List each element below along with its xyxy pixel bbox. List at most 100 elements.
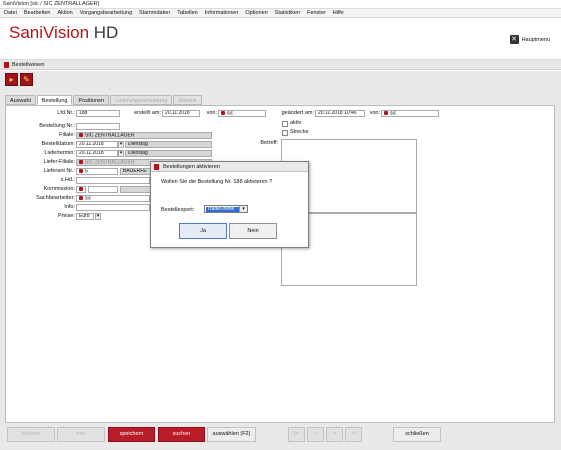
brand-header: SaniVision HD ✕ Hauptmenü	[0, 18, 561, 60]
menu-stammdaten[interactable]: Stammdaten	[139, 9, 170, 17]
menu-bar: Datei Bearbeiten Aktion Vorgangsbearbeit…	[0, 9, 561, 18]
erstellt-label: erstellt am:	[134, 110, 161, 116]
kommission-field[interactable]	[88, 186, 118, 193]
menu-vorgangsbearbeitung[interactable]: Vorgangsbearbeitung	[80, 9, 132, 17]
hauptmenu-button[interactable]: ✕ Hauptmenü	[509, 35, 550, 44]
tab-positionen[interactable]: Positionen	[73, 95, 110, 105]
strecke-label: Strecke	[290, 129, 309, 135]
prev-record-button[interactable]: <	[307, 427, 324, 442]
menu-optionen[interactable]: Optionen	[245, 9, 267, 17]
menu-statistiken[interactable]: Statistiken	[275, 9, 300, 17]
info-field[interactable]	[76, 204, 150, 211]
von-value: sic	[227, 110, 234, 117]
betreff-label: Betreff:	[260, 140, 278, 146]
module-icon	[4, 61, 9, 68]
neu-button[interactable]: neu	[57, 427, 105, 442]
toolbar-print-icon[interactable]: ✎	[20, 73, 33, 86]
filiale-field[interactable]: SIC ZENTRALLAGER	[76, 132, 212, 139]
bestelldatum-day: Dienstag	[125, 141, 212, 148]
suchen-button[interactable]: suchen	[158, 427, 205, 442]
bestellexport-label: Bestellexport:	[161, 207, 195, 213]
ja-button[interactable]: Ja	[179, 223, 227, 239]
module-title: Bestellwesen	[12, 62, 45, 68]
lieferant-value: 5	[85, 168, 88, 175]
menu-aktion[interactable]: Aktion	[57, 9, 72, 17]
bestellung-nr-label: Bestellung Nr.:	[39, 123, 75, 129]
preise-field[interactable]: Euro	[76, 213, 94, 220]
lookup-icon	[79, 133, 83, 137]
close-icon: ✕	[509, 35, 519, 44]
strecke-checkbox[interactable]	[282, 130, 288, 136]
user-icon	[221, 111, 225, 115]
menu-datei[interactable]: Datei	[4, 9, 17, 17]
liefertermin-dropdown[interactable]: ▾	[118, 150, 124, 157]
menu-tabellen[interactable]: Tabellen	[177, 9, 198, 17]
sachbearbeiter-field[interactable]: sic	[76, 195, 150, 202]
app-icon	[154, 164, 159, 170]
lfdnr-label: Lfd.Nr.:	[57, 110, 75, 116]
nein-button[interactable]: Nein	[229, 223, 277, 239]
bestellung-nr-field[interactable]	[76, 123, 120, 130]
bestellexport-value: TradeOnline	[206, 207, 239, 212]
menu-bearbeiten[interactable]: Bearbeiten	[24, 9, 51, 17]
lookup-icon	[79, 160, 83, 164]
filiale-value: SIC ZENTRALLAGER	[85, 132, 135, 139]
loeschen-button[interactable]: löschen	[7, 427, 55, 442]
von2-field: sic	[381, 110, 439, 117]
bestelldatum-label: Bestelldatum:	[41, 141, 75, 147]
zhd-label: z.Hd.:	[60, 177, 75, 183]
tab-lieferungsverwaltung[interactable]: Lieferungsverwaltung	[110, 95, 173, 105]
lieferfiliale-label: Liefer-Filiale:	[43, 159, 75, 165]
dialog-title: Bestellungen aktivieren	[163, 164, 220, 170]
lookup-icon	[79, 196, 83, 200]
liefertermin-field[interactable]: 20.11.2018	[76, 150, 118, 157]
filiale-label: Filiale:	[59, 132, 75, 138]
lieferant-name: BAUERFE	[120, 168, 151, 175]
von-label: von:	[206, 110, 217, 116]
kommission-lookup[interactable]	[76, 186, 86, 193]
preise-dropdown[interactable]: ▾	[95, 213, 101, 220]
geaendert-field: 20.11.2018 10:46	[315, 110, 365, 117]
aktiv-label: aktiv	[290, 120, 302, 126]
dialog-message: Wollen Sie die Bestellung Nr. 188 aktivi…	[161, 179, 273, 185]
erstellt-field: 20.11.2018	[162, 110, 200, 117]
kommission-label: Kommission:	[43, 186, 75, 192]
zhd-field[interactable]	[76, 177, 150, 184]
next-record-button[interactable]: >	[326, 427, 343, 442]
liefertermin-day: Dienstag	[125, 150, 212, 157]
sachbearbeiter-label: Sachbearbeiter:	[36, 195, 75, 201]
bestelldatum-dropdown[interactable]: ▾	[118, 141, 124, 148]
preise-label: Preise:	[57, 213, 75, 219]
brand-logo: SaniVision HD	[9, 23, 119, 42]
bestellexport-select[interactable]: TradeOnline ▾	[204, 205, 248, 213]
dialog-titlebar: Bestellungen aktivieren	[151, 162, 308, 172]
module-bar: Bestellwesen	[0, 60, 561, 70]
lieferfiliale-value: SIC ZENTRALLAGER	[85, 159, 135, 166]
lfdnr-field[interactable]: 188	[76, 110, 120, 117]
lookup-icon	[79, 169, 83, 173]
info-label: Info:	[64, 204, 75, 210]
tab-auswahl[interactable]: Auswahl	[5, 95, 36, 105]
lookup-icon	[79, 187, 83, 191]
menu-hilfe[interactable]: Hilfe	[333, 9, 344, 17]
von-field: sic	[218, 110, 266, 117]
menu-fenster[interactable]: Fenster	[307, 9, 326, 17]
first-record-button[interactable]: |<	[288, 427, 305, 442]
auswaehlen-button[interactable]: auswählen (F2)	[207, 427, 256, 442]
sachbearbeiter-value: sic	[85, 195, 92, 202]
window-title: SaniVision [sic / SIC ZENTRALLAGER]	[0, 0, 561, 9]
schliessen-button[interactable]: schließen	[393, 427, 441, 442]
last-record-button[interactable]: >|	[345, 427, 362, 442]
speichern-button[interactable]: speichern	[108, 427, 155, 442]
tab-bestellung[interactable]: Bestellung	[36, 95, 73, 105]
user-icon	[384, 111, 388, 115]
lieferant-label: Lieferant Nr.:	[43, 168, 76, 174]
tab-historie[interactable]: Historie	[173, 95, 203, 105]
bestelldatum-field[interactable]: 20.11.2018	[76, 141, 118, 148]
chevron-down-icon: ▾	[239, 206, 247, 212]
aktiv-checkbox[interactable]	[282, 121, 288, 127]
menu-informationen[interactable]: Informationen	[205, 9, 239, 17]
toolbar-export-icon[interactable]: ▸	[5, 73, 18, 86]
lieferant-field[interactable]: 5	[76, 168, 118, 175]
hauptmenu-label: Hauptmenü	[521, 36, 550, 43]
